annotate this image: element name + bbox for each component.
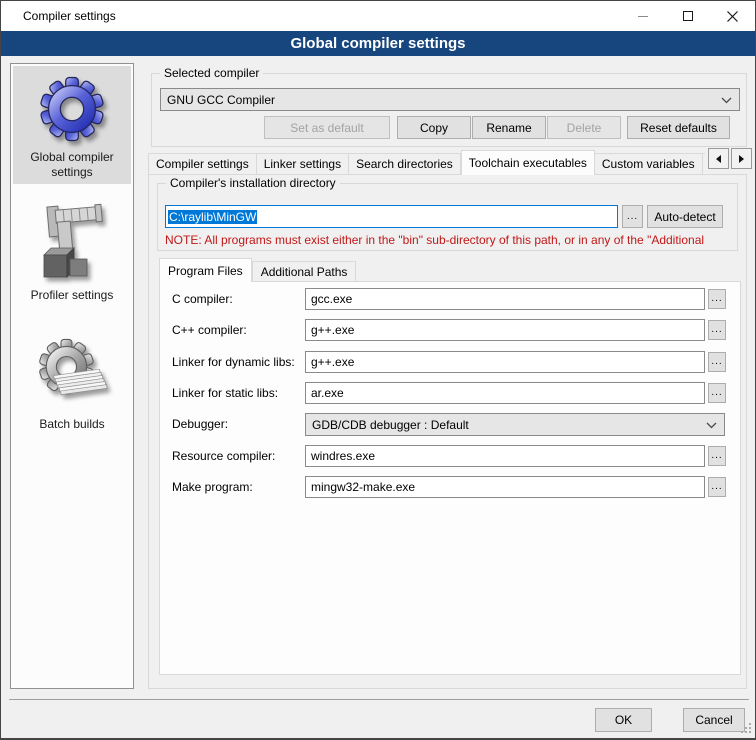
static-linker-input[interactable]	[305, 382, 705, 404]
resource-compiler-label: Resource compiler:	[172, 449, 275, 463]
minimize-button[interactable]	[620, 1, 665, 31]
selected-compiler-group: Selected compiler GNU GCC Compiler Set a…	[151, 73, 747, 147]
static-linker-browse-button[interactable]: ...	[708, 383, 726, 403]
bin-subdirectory-note: NOTE: All programs must exist either in …	[165, 233, 733, 247]
chevron-down-icon	[721, 97, 732, 104]
gear-paper-stack-icon	[35, 334, 109, 414]
sidebar-item-batch-builds[interactable]: Batch builds	[13, 329, 131, 432]
dynamic-linker-input[interactable]	[305, 351, 705, 373]
cpp-compiler-label: C++ compiler:	[172, 323, 247, 337]
sidebar-item-profiler-settings[interactable]: Profiler settings	[13, 194, 131, 303]
page-title: Global compiler settings	[1, 31, 755, 56]
toolchain-subtabs: Program Files Additional Paths	[159, 258, 356, 282]
program-files-page: C compiler: ... C++ compiler: ... Linker…	[159, 281, 741, 675]
tab-build-options[interactable]: Build options	[703, 153, 705, 175]
dynamic-linker-browse-button[interactable]: ...	[708, 352, 726, 372]
tab-linker-settings[interactable]: Linker settings	[257, 153, 349, 175]
compiler-settings-tabs: Compiler settings Linker settings Search…	[148, 150, 705, 175]
blue-gear-icon	[36, 71, 108, 147]
close-icon	[727, 11, 738, 22]
debugger-label: Debugger:	[172, 417, 228, 431]
sidebar-item-label: Batch builds	[13, 417, 131, 432]
resource-compiler-input[interactable]	[305, 445, 705, 467]
c-compiler-input[interactable]	[305, 288, 705, 310]
copy-button[interactable]: Copy	[397, 116, 471, 139]
tab-toolchain-executables[interactable]: Toolchain executables	[461, 150, 595, 175]
auto-detect-button[interactable]: Auto-detect	[647, 205, 723, 228]
resize-grip[interactable]	[741, 723, 752, 734]
window-controls	[620, 1, 755, 31]
resource-compiler-browse-button[interactable]: ...	[708, 446, 726, 466]
installation-directory-legend: Compiler's installation directory	[166, 176, 340, 190]
debugger-select[interactable]: GDB/CDB debugger : Default	[305, 413, 725, 436]
close-button[interactable]	[710, 1, 755, 31]
selected-path-text: C:\raylib\MinGW	[168, 210, 257, 224]
make-program-browse-button[interactable]: ...	[708, 477, 726, 497]
cpp-compiler-browse-button[interactable]: ...	[708, 320, 726, 340]
title-bar[interactable]: Compiler settings	[1, 1, 755, 31]
set-as-default-button[interactable]: Set as default	[264, 116, 390, 139]
caliper-icon	[36, 199, 108, 285]
browse-directory-button[interactable]: ...	[622, 205, 643, 228]
sidebar-item-label: Profiler settings	[13, 288, 131, 303]
rename-button[interactable]: Rename	[472, 116, 546, 139]
tab-compiler-settings[interactable]: Compiler settings	[148, 153, 257, 175]
static-linker-label: Linker for static libs:	[172, 386, 278, 400]
selected-compiler-legend: Selected compiler	[160, 66, 263, 80]
tab-program-files[interactable]: Program Files	[159, 258, 252, 282]
ok-button[interactable]: OK	[595, 708, 652, 732]
arrow-right-icon	[739, 155, 744, 163]
footer-divider	[9, 699, 749, 700]
window-title: Compiler settings	[23, 9, 116, 23]
c-compiler-browse-button[interactable]: ...	[708, 289, 726, 309]
installation-directory-input[interactable]: C:\raylib\MinGW	[165, 205, 618, 228]
c-compiler-label: C compiler:	[172, 292, 233, 306]
dynamic-linker-label: Linker for dynamic libs:	[172, 355, 295, 369]
maximize-icon	[683, 11, 693, 21]
tab-search-directories[interactable]: Search directories	[349, 153, 461, 175]
cpp-compiler-input[interactable]	[305, 319, 705, 341]
tab-additional-paths[interactable]: Additional Paths	[252, 261, 357, 282]
sidebar-item-label: Global compiler settings	[13, 150, 131, 180]
minimize-icon	[638, 16, 648, 17]
arrow-left-icon	[716, 155, 721, 163]
tab-scroll-right-button[interactable]	[731, 148, 752, 169]
maximize-button[interactable]	[665, 1, 710, 31]
delete-button[interactable]: Delete	[547, 116, 621, 139]
cancel-button[interactable]: Cancel	[683, 708, 745, 732]
make-program-input[interactable]	[305, 476, 705, 498]
make-program-label: Make program:	[172, 480, 253, 494]
tab-custom-variables[interactable]: Custom variables	[595, 153, 703, 175]
compiler-select-value: GNU GCC Compiler	[167, 93, 275, 107]
compiler-settings-dialog: Compiler settings Global compiler settin…	[0, 0, 756, 740]
installation-directory-group: Compiler's installation directory C:\ray…	[157, 183, 738, 251]
reset-defaults-button[interactable]: Reset defaults	[627, 116, 730, 139]
compiler-select[interactable]: GNU GCC Compiler	[160, 88, 740, 111]
debugger-select-value: GDB/CDB debugger : Default	[312, 418, 469, 432]
chevron-down-icon	[706, 422, 717, 429]
tab-scroll-left-button[interactable]	[708, 148, 729, 169]
settings-category-list: Global compiler settings Profiler settin…	[10, 63, 134, 689]
sidebar-item-global-compiler-settings[interactable]: Global compiler settings	[13, 66, 131, 184]
